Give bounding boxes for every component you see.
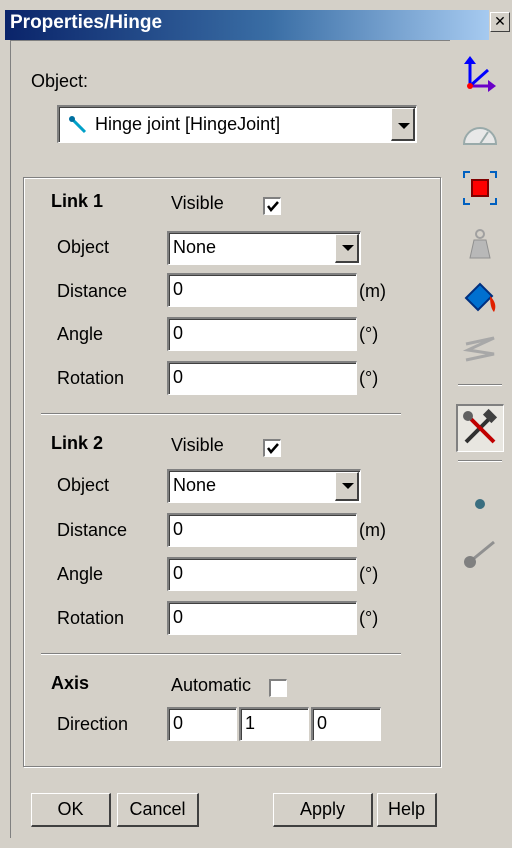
link2-object-value: None — [173, 475, 217, 495]
axis-direction-label: Direction — [57, 714, 129, 734]
link1-angle-input[interactable]: 0 — [167, 317, 357, 351]
mass-weight-icon[interactable] — [460, 224, 500, 264]
link1-distance-value: 0 — [173, 279, 184, 299]
link2-object-label: Object — [57, 475, 110, 495]
link1-angle-value: 0 — [173, 323, 184, 343]
link2-distance-unit: (m) — [359, 520, 386, 540]
link1-rotation-input[interactable]: 0 — [167, 361, 357, 395]
axis-heading: Axis — [51, 673, 90, 693]
axis-direction-y-value: 1 — [245, 713, 256, 733]
apply-button[interactable]: Apply — [273, 793, 373, 827]
object-select-value: Hinge joint [HingeJoint] — [95, 114, 281, 134]
chevron-down-icon — [342, 483, 354, 489]
gauge-icon[interactable] — [460, 114, 500, 154]
axis-direction-x-value: 0 — [173, 713, 184, 733]
axis-separator — [41, 653, 401, 655]
link1-distance-label: Distance — [57, 281, 128, 301]
link2-object-select[interactable]: None — [167, 469, 361, 503]
link2-distance-value: 0 — [173, 519, 184, 539]
link2-angle-unit: (°) — [359, 564, 379, 584]
paint-bucket-icon[interactable] — [460, 278, 500, 318]
link1-object-value: None — [173, 237, 217, 257]
cancel-button[interactable]: Cancel — [117, 793, 199, 827]
link1-object-dropdown-button[interactable] — [335, 234, 359, 263]
link1-distance-input[interactable]: 0 — [167, 273, 357, 307]
link1-object-label: Object — [57, 237, 110, 257]
axis-direction-y-input[interactable]: 1 — [239, 707, 309, 741]
axis-automatic-checkbox[interactable] — [269, 679, 287, 697]
checkmark-icon — [267, 443, 279, 454]
link1-angle-label: Angle — [57, 324, 104, 344]
link2-heading: Link 2 — [51, 433, 104, 453]
chevron-down-icon — [398, 123, 410, 129]
axis-direction-x-input[interactable]: 0 — [167, 707, 237, 741]
title-bar[interactable]: Properties/Hinge ✕ — [0, 0, 512, 40]
properties-window: Properties/Hinge ✕ Object: Hinge joint [… — [0, 0, 512, 848]
window-title: Properties/Hinge — [10, 12, 163, 33]
tools-button[interactable] — [456, 404, 504, 452]
link-separator — [41, 413, 401, 415]
link2-rotation-label: Rotation — [57, 608, 125, 628]
object-select[interactable]: Hinge joint [HingeJoint] — [57, 105, 417, 143]
object-label: Object: — [31, 71, 89, 91]
bounding-box-icon[interactable] — [460, 168, 500, 208]
link1-rotation-unit: (°) — [359, 368, 379, 388]
link1-visible-checkbox[interactable] — [263, 197, 281, 215]
help-button[interactable]: Help — [377, 793, 437, 827]
link2-angle-input[interactable]: 0 — [167, 557, 357, 591]
toolbar-separator — [458, 384, 502, 386]
properties-toolbar — [452, 40, 510, 838]
properties-panel: Object: Hinge joint [HingeJoint] Link 1 … — [10, 40, 450, 838]
link1-rotation-label: Rotation — [57, 368, 125, 388]
link1-angle-unit: (°) — [359, 324, 379, 344]
link2-visible-checkbox[interactable] — [263, 439, 281, 457]
axis-direction-z-input[interactable]: 0 — [311, 707, 381, 741]
axis-direction-z-value: 0 — [317, 713, 328, 733]
hinge-link-icon[interactable] — [460, 532, 500, 572]
link2-distance-label: Distance — [57, 520, 128, 540]
link2-visible-label: Visible — [171, 435, 224, 455]
coordinates-icon[interactable] — [460, 54, 500, 94]
link1-visible-label: Visible — [171, 193, 224, 213]
close-button[interactable]: ✕ — [490, 12, 510, 32]
link2-rotation-unit: (°) — [359, 608, 379, 628]
link2-rotation-value: 0 — [173, 607, 184, 627]
link2-angle-label: Angle — [57, 564, 104, 584]
axis-automatic-label: Automatic — [171, 675, 252, 695]
link2-distance-input[interactable]: 0 — [167, 513, 357, 547]
link1-heading: Link 1 — [51, 191, 104, 211]
toolbar-separator — [458, 460, 502, 462]
link2-angle-value: 0 — [173, 563, 184, 583]
point-icon[interactable] — [460, 484, 500, 524]
link2-object-dropdown-button[interactable] — [335, 472, 359, 501]
hinge-joint-icon — [67, 114, 89, 141]
close-icon: ✕ — [494, 14, 506, 30]
tools-icon — [463, 408, 498, 444]
link1-object-select[interactable]: None — [167, 231, 361, 265]
object-dropdown-button[interactable] — [391, 108, 415, 141]
spring-icon[interactable] — [460, 330, 500, 370]
chevron-down-icon — [342, 245, 354, 251]
link1-rotation-value: 0 — [173, 367, 184, 387]
checkmark-icon — [267, 201, 279, 212]
ok-button[interactable]: OK — [31, 793, 111, 827]
link2-rotation-input[interactable]: 0 — [167, 601, 357, 635]
link1-distance-unit: (m) — [359, 281, 386, 301]
